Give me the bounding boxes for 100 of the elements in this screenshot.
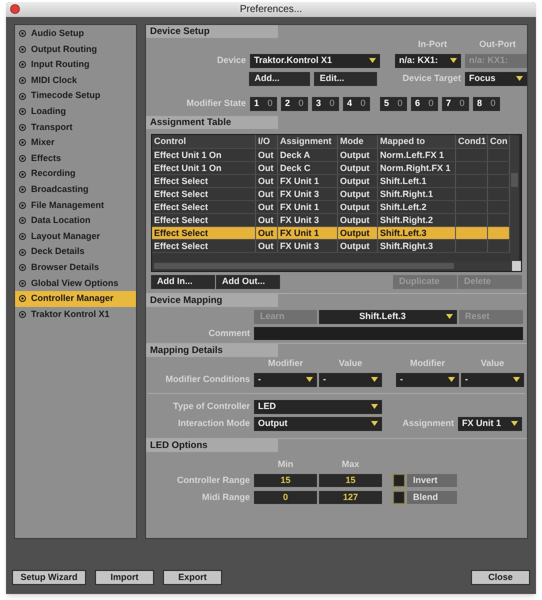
sidebar-item[interactable]: Input Routing <box>15 57 136 73</box>
sidebar-item[interactable]: Global View Options <box>15 276 136 292</box>
device-target-dropdown[interactable]: Focus <box>465 72 527 86</box>
dropdown-arrow-icon <box>513 377 520 382</box>
bullet-icon <box>19 264 26 272</box>
table-row[interactable]: Effect Unit 1 On Out Deck A Output Norm.Left.FX 1 <box>152 148 510 160</box>
sidebar-item[interactable]: Traktor Kontrol X1 <box>15 306 136 322</box>
dropdown-arrow-icon <box>371 377 378 382</box>
sidebar-item[interactable]: Mixer <box>15 135 136 151</box>
column-label: Out-Port <box>478 38 517 51</box>
bullet-icon <box>19 202 26 209</box>
table-row[interactable]: Effect Select Out FX Unit 1 Output Shift.Left.3 <box>152 226 510 238</box>
section-header: Assignment Table <box>146 116 278 128</box>
table-row[interactable]: Effect Select Out FX Unit 1 Output Shift.Left.1 <box>152 174 510 186</box>
bullet-icon <box>19 186 26 194</box>
min-field[interactable]: 0 <box>254 490 317 504</box>
min-field[interactable]: 15 <box>254 474 317 488</box>
table-action-button[interactable]: Add In... <box>151 274 215 288</box>
bullet-icon <box>19 46 26 53</box>
footer-button[interactable]: Close <box>471 570 530 585</box>
checkbox-label: Blend <box>407 490 457 504</box>
field-label: Midi Range <box>200 490 250 504</box>
edit-button[interactable]: Edit... <box>314 72 377 86</box>
modifier-state-field[interactable]: 4 0 <box>343 96 370 110</box>
sidebar-item[interactable]: Effects <box>15 150 136 166</box>
table-action-button[interactable]: Add Out... <box>216 274 280 288</box>
bullet-icon <box>19 310 26 318</box>
sidebar-item[interactable]: File Management <box>15 198 136 214</box>
device-dropdown[interactable]: Traktor.Kontrol X1 <box>250 54 380 68</box>
sidebar-item[interactable]: Timecode Setup <box>15 88 136 104</box>
table-row[interactable]: Effect Select Out FX Unit 1 Output Shift.Left.2 <box>152 200 510 212</box>
horizontal-scrollbar[interactable] <box>152 260 512 270</box>
value-dropdown[interactable]: - <box>319 372 382 386</box>
dropdown-arrow-icon <box>371 421 378 426</box>
bullet-icon <box>19 108 26 116</box>
table-row[interactable]: Effect Select Out FX Unit 3 Output Shift.Right.3 <box>152 238 510 252</box>
field-label: Device <box>216 54 246 67</box>
sidebar-item[interactable]: Data Location <box>15 213 136 229</box>
sidebar-item[interactable]: Recording <box>15 166 136 182</box>
sidebar-item[interactable]: Browser Details <box>15 260 136 276</box>
column-label: Value <box>338 357 364 370</box>
sidebar-item[interactable]: Broadcasting <box>15 182 136 198</box>
bullet-icon <box>19 248 26 256</box>
dropdown-arrow-icon <box>306 377 313 382</box>
footer-button[interactable]: Setup Wizard <box>12 570 86 585</box>
modifier-dropdown[interactable]: - <box>254 372 317 386</box>
field-label: Modifier State <box>185 96 246 110</box>
bullet-icon <box>19 77 26 84</box>
interaction-mode-dropdown[interactable]: Output <box>254 416 382 430</box>
sidebar-item[interactable]: Controller Manager <box>15 291 136 307</box>
add-button[interactable]: Add... <box>248 72 310 86</box>
sidebar-item[interactable]: Loading <box>15 104 136 120</box>
field-label: Device Target <box>402 72 461 85</box>
modifier-state-field[interactable]: 7 0 <box>442 96 469 110</box>
controller-type-dropdown[interactable]: LED <box>254 400 382 414</box>
sidebar-item[interactable]: Layout Manager <box>15 228 136 244</box>
section-header: LED Options <box>146 438 278 452</box>
table-row[interactable]: Effect Unit 1 On Out Deck C Output Norm.Right.FX 1 <box>152 160 510 174</box>
column-label: Value <box>480 357 506 370</box>
modifier-state-field[interactable]: 8 0 <box>473 96 500 110</box>
value-dropdown[interactable]: - <box>461 372 524 386</box>
modifier-state-field[interactable]: 6 0 <box>411 96 438 110</box>
dropdown-arrow-icon <box>448 377 455 382</box>
modifier-state-field[interactable]: 3 0 <box>312 96 339 110</box>
bullet-icon <box>19 155 26 162</box>
field-label: Comment <box>207 326 250 340</box>
footer-button[interactable]: Import <box>95 570 154 585</box>
bullet-icon <box>19 92 26 100</box>
modifier-state-field[interactable]: 1 0 <box>250 96 277 110</box>
close-icon[interactable] <box>10 4 20 14</box>
max-field[interactable]: 127 <box>319 490 382 504</box>
modifier-state-field[interactable]: 2 0 <box>281 96 308 110</box>
bullet-icon <box>19 61 26 68</box>
dropdown-arrow-icon <box>369 58 376 63</box>
checkbox[interactable] <box>393 490 405 504</box>
table-row[interactable]: Effect Select Out FX Unit 3 Output Shift.Right.2 <box>152 212 510 226</box>
modifier-dropdown[interactable]: - <box>396 372 459 386</box>
in-port-dropdown[interactable]: n/a: KX1: <box>395 54 461 68</box>
scrollbar-corner <box>512 260 521 270</box>
table-row[interactable]: Effect Select Out FX Unit 3 Output Shift.Right.1 <box>152 186 510 200</box>
mapping-dropdown[interactable]: Shift.Left.3 <box>319 310 457 324</box>
sidebar-item[interactable]: MIDI Clock <box>15 72 136 88</box>
sidebar-item[interactable]: Deck Details <box>15 244 136 260</box>
checkbox[interactable] <box>393 474 405 488</box>
sidebar-item[interactable]: Output Routing <box>15 42 136 58</box>
checkbox-label: Invert <box>407 474 457 488</box>
modifier-state-field[interactable]: 5 0 <box>380 96 407 110</box>
comment-field[interactable] <box>254 326 523 340</box>
max-field[interactable]: 15 <box>319 474 382 488</box>
bullet-icon <box>19 295 26 302</box>
field-label: Type of Controller <box>172 400 250 413</box>
sidebar-item[interactable]: Transport <box>15 120 136 136</box>
footer-button[interactable]: Export <box>163 570 222 585</box>
vertical-scrollbar[interactable] <box>510 134 519 260</box>
assignment-dropdown[interactable]: FX Unit 1 <box>458 416 522 430</box>
field-label: Controller Range <box>176 474 250 487</box>
column-label: Max <box>340 458 360 470</box>
sidebar-item[interactable]: Audio Setup <box>15 26 136 42</box>
dropdown-arrow-icon <box>511 421 518 426</box>
dropdown-arrow-icon <box>450 58 457 63</box>
